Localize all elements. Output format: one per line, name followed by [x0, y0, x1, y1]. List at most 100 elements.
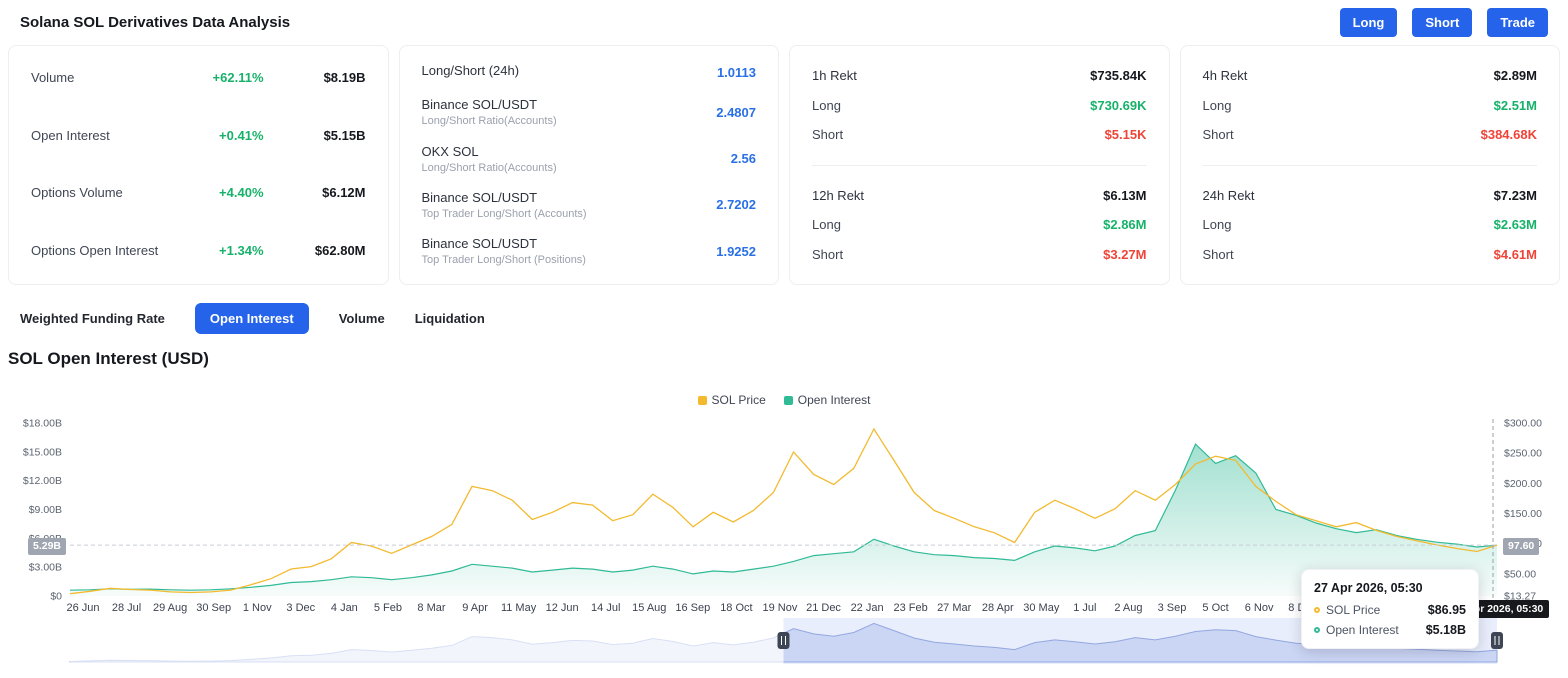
ratio-row: OKX SOL Long/Short Ratio(Accounts) 2.56 — [422, 144, 757, 174]
tooltip-row-open-interest: Open Interest $5.18B — [1314, 623, 1466, 637]
svg-text:5 Oct: 5 Oct — [1202, 602, 1228, 614]
stat-row-options-volume: Options Volume +4.40% $6.12M — [31, 185, 366, 200]
stat-label: Open Interest — [31, 127, 110, 143]
rekt-short-value: $384.68K — [1480, 127, 1537, 143]
tab-weighted-funding-rate[interactable]: Weighted Funding Rate — [20, 311, 165, 326]
rekt-total: $2.89M — [1493, 68, 1537, 84]
stat-value: $62.80M — [314, 242, 366, 258]
rekt-title: 24h Rekt — [1202, 187, 1255, 203]
stat-change: +0.41% — [219, 127, 264, 143]
ratio-row: Binance SOL/USDT Top Trader Long/Short (… — [422, 236, 757, 266]
rekt-long-value: $2.86M — [1103, 217, 1147, 233]
long-button[interactable]: Long — [1339, 7, 1398, 37]
svg-text:26 Jun: 26 Jun — [66, 602, 99, 614]
ratio-value: 2.4807 — [716, 104, 756, 120]
stat-value: $6.12M — [322, 185, 366, 201]
stat-value: $5.15B — [323, 127, 366, 143]
rekt-card-4h-24h: 4h Rekt $2.89M Long $2.51M Short $384.68K 2… — [1179, 45, 1560, 285]
rekt-short-label: Short — [1202, 127, 1234, 143]
svg-text:1 Nov: 1 Nov — [243, 602, 272, 614]
stat-row-options-open-interest: Options Open Interest +1.34% $62.80M — [31, 243, 366, 258]
rekt-long-value: $2.63M — [1493, 217, 1537, 233]
header: Solana SOL Derivatives Data Analysis Lon… — [0, 0, 1568, 44]
ratio-label: OKX SOL Long/Short Ratio(Accounts) — [421, 143, 557, 174]
tab-volume[interactable]: Volume — [339, 311, 385, 326]
svg-text:$9.00B: $9.00B — [29, 504, 62, 516]
rekt-total: $735.84K — [1090, 68, 1147, 84]
svg-text:4 Jan: 4 Jan — [331, 602, 358, 614]
svg-text:22 Jan: 22 Jan — [851, 602, 884, 614]
svg-text:6 Nov: 6 Nov — [1245, 602, 1274, 614]
short-button[interactable]: Short — [1412, 7, 1473, 37]
ratio-value: 2.56 — [730, 151, 756, 166]
svg-text:29 Aug: 29 Aug — [153, 602, 187, 614]
rekt-long-value: $2.51M — [1493, 97, 1537, 113]
svg-text:30 Sep: 30 Sep — [196, 602, 231, 614]
ratio-value: 2.7202 — [716, 197, 756, 213]
svg-text:16 Sep: 16 Sep — [675, 602, 710, 614]
market-stats-card: Volume +62.11% $8.19B Open Interest +0.4… — [8, 45, 389, 285]
rekt-long-label: Long — [1202, 97, 1232, 113]
rekt-section-24h: 24h Rekt $7.23M Long $2.63M Short $4.61M — [1202, 164, 1537, 285]
header-actions: Long Short Trade — [1339, 7, 1548, 37]
svg-text:9 Apr: 9 Apr — [462, 602, 488, 614]
stat-row-volume: Volume +62.11% $8.19B — [31, 70, 366, 85]
page-title: Solana SOL Derivatives Data Analysis — [20, 13, 291, 31]
rekt-section-4h: 4h Rekt $2.89M Long $2.51M Short $384.68K — [1203, 46, 1538, 165]
rekt-short-value: $4.61M — [1493, 246, 1537, 262]
svg-text:2 Aug: 2 Aug — [1114, 602, 1142, 614]
rekt-title: 4h Rekt — [1202, 68, 1248, 84]
svg-text:5 Feb: 5 Feb — [374, 602, 402, 614]
ratio-label: Binance SOL/USDT Top Trader Long/Short (… — [421, 189, 587, 220]
ratio-row: Long/Short (24h) 1.0113 — [422, 63, 757, 81]
ratio-value: 1.0113 — [716, 64, 756, 80]
svg-text:$150.00: $150.00 — [1504, 508, 1542, 520]
stat-label: Volume — [31, 70, 75, 85]
chart-tabs: Weighted Funding Rate Open Interest Volu… — [20, 302, 485, 334]
rekt-long-value: $730.69K — [1090, 97, 1147, 113]
svg-text:$300.00: $300.00 — [1504, 418, 1542, 430]
stat-cards-row: Volume +62.11% $8.19B Open Interest +0.4… — [8, 45, 1560, 285]
svg-text:12 Jun: 12 Jun — [546, 602, 579, 614]
stat-change: +62.11% — [212, 70, 264, 85]
svg-text:1 Jul: 1 Jul — [1073, 602, 1096, 614]
tab-liquidation[interactable]: Liquidation — [415, 311, 485, 326]
svg-text:28 Apr: 28 Apr — [982, 602, 1014, 614]
sol-price-dot-icon — [1314, 607, 1320, 613]
rekt-long-label: Long — [1202, 217, 1232, 233]
rekt-title: 1h Rekt — [812, 68, 857, 84]
svg-text:$250.00: $250.00 — [1504, 448, 1542, 460]
svg-text:$0: $0 — [50, 591, 62, 603]
sol-price-swatch-icon — [697, 395, 707, 405]
ratio-row: Binance SOL/USDT Long/Short Ratio(Accoun… — [422, 97, 757, 127]
svg-text:21 Dec: 21 Dec — [806, 602, 841, 614]
rekt-short-label: Short — [1202, 246, 1234, 262]
ratio-label: Binance SOL/USDT Top Trader Long/Short (… — [421, 236, 586, 266]
long-short-ratio-card: Long/Short (24h) 1.0113 Binance SOL/USDT… — [398, 45, 779, 285]
rekt-short-label: Short — [812, 246, 844, 262]
rekt-short-label: Short — [812, 127, 844, 143]
stat-label: Options Open Interest — [31, 242, 159, 258]
legend-item-sol-price[interactable]: SOL Price — [697, 393, 766, 407]
ratio-row: Binance SOL/USDT Top Trader Long/Short (… — [422, 190, 757, 220]
svg-text:27 Mar: 27 Mar — [937, 602, 972, 614]
current-open-interest-badge: 5.29B — [28, 538, 67, 555]
stat-value: $8.19B — [323, 70, 366, 85]
trade-button[interactable]: Trade — [1487, 7, 1548, 37]
open-interest-dot-icon — [1314, 627, 1320, 633]
svg-text:28 Jul: 28 Jul — [112, 602, 141, 614]
svg-text:$200.00: $200.00 — [1504, 478, 1542, 490]
rekt-long-label: Long — [812, 97, 841, 113]
rekt-total: $6.13M — [1103, 187, 1147, 203]
stat-label: Options Volume — [31, 185, 123, 201]
legend-item-open-interest[interactable]: Open Interest — [783, 393, 870, 407]
rekt-title: 12h Rekt — [812, 187, 865, 203]
stat-row-open-interest: Open Interest +0.41% $5.15B — [31, 128, 366, 143]
ratio-label: Binance SOL/USDT Long/Short Ratio(Accoun… — [421, 97, 557, 128]
svg-text:$3.00B: $3.00B — [29, 562, 62, 574]
tab-open-interest[interactable]: Open Interest — [194, 302, 309, 334]
svg-text:19 Nov: 19 Nov — [763, 602, 798, 614]
svg-text:$15.00B: $15.00B — [23, 446, 62, 458]
stat-change: +1.34% — [219, 242, 264, 258]
open-interest-swatch-icon — [783, 395, 793, 405]
